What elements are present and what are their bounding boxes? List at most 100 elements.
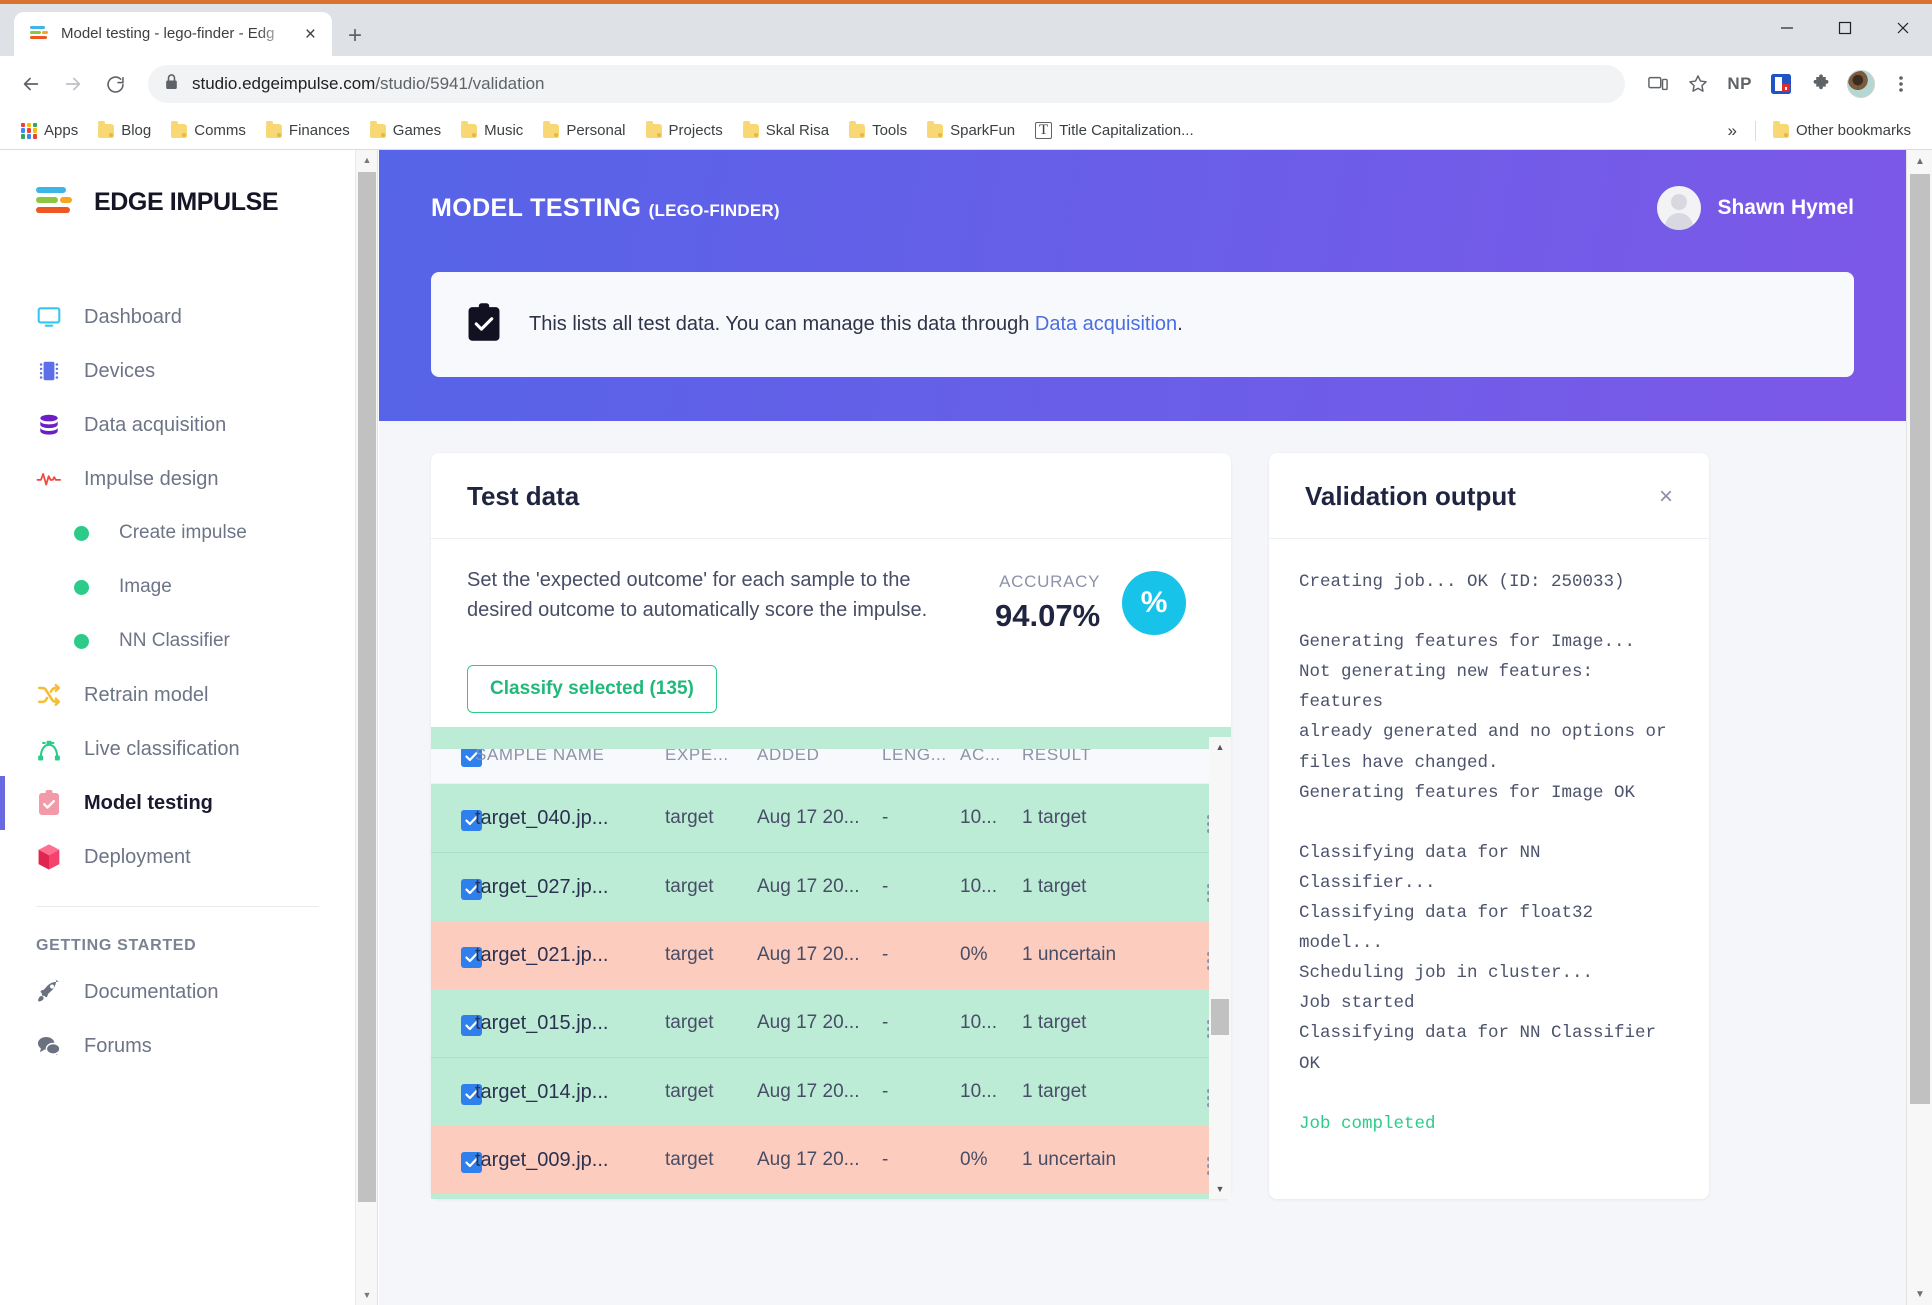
bookmark-games[interactable]: Games bbox=[361, 118, 450, 143]
scroll-down-arrow-icon[interactable]: ▼ bbox=[356, 1285, 378, 1305]
bookmark-finances[interactable]: Finances bbox=[257, 118, 359, 143]
cast-icon[interactable] bbox=[1639, 65, 1677, 103]
table-row[interactable]: target_021.jp... target Aug 17 20... - 0% 1 u… bbox=[431, 921, 1231, 989]
folder-icon bbox=[742, 121, 759, 138]
forward-arrow-icon[interactable] bbox=[54, 65, 92, 103]
cell-added-date: Aug 17 20... bbox=[757, 989, 882, 1058]
edge-impulse-favicon bbox=[30, 24, 50, 44]
test-data-summary: Set the 'expected outcome' for each samp… bbox=[431, 539, 1231, 635]
cell-result: 1 target bbox=[1022, 1194, 1187, 1199]
address-bar[interactable]: studio.edgeimpulse.com/studio/5941/valid… bbox=[148, 65, 1626, 103]
sidebar-item-nn-classifier[interactable]: NN Classifier bbox=[0, 614, 355, 668]
folder-icon bbox=[461, 121, 478, 138]
sidebar-item-data-acquisition[interactable]: Data acquisition bbox=[0, 398, 355, 452]
cell-sample-name: target_040.jp... bbox=[475, 783, 665, 853]
bookmark-sparkfun[interactable]: SparkFun bbox=[918, 118, 1024, 143]
ghost-row-name: target_041.jp... bbox=[461, 727, 588, 729]
page-scroll-down-arrow-icon[interactable]: ▼ bbox=[1907, 1283, 1932, 1305]
cell-sample-name: target_009.jp... bbox=[475, 1126, 665, 1194]
scroll-up-arrow-icon[interactable]: ▲ bbox=[356, 150, 378, 170]
sidebar-item-deployment[interactable]: Deployment bbox=[0, 830, 355, 884]
sidebar-item-retrain-model[interactable]: Retrain model bbox=[0, 668, 355, 722]
bookmark-label: Other bookmarks bbox=[1795, 122, 1911, 139]
sidebar-item-devices[interactable]: Devices bbox=[0, 344, 355, 398]
sidebar-item-live-classification[interactable]: Live classification bbox=[0, 722, 355, 776]
bookmarks-overflow-button[interactable]: » bbox=[1717, 121, 1746, 141]
user-menu[interactable]: Shawn Hymel bbox=[1657, 186, 1854, 230]
window-controls bbox=[1758, 4, 1932, 56]
accuracy-text: 10... bbox=[960, 876, 997, 897]
page-scrollbar[interactable]: ▲ ▼ bbox=[1906, 150, 1932, 1305]
page-scroll-up-arrow-icon[interactable]: ▲ bbox=[1907, 150, 1932, 172]
table-row[interactable]: target_040.jp... target Aug 17 20... - 10...… bbox=[431, 783, 1231, 853]
table-row[interactable]: target_027.jp... target Aug 17 20... - 10...… bbox=[431, 852, 1231, 921]
notice-text: This lists all test data. You can manage… bbox=[529, 313, 1183, 336]
close-icon[interactable] bbox=[1874, 4, 1932, 52]
cell-added-date: Aug 17 20... bbox=[757, 1194, 882, 1199]
browser-tab[interactable]: Model testing - lego-finder - Edg × bbox=[14, 12, 332, 56]
table-row[interactable]: target_014.jp... target Aug 17 20... - 10...… bbox=[431, 1057, 1231, 1126]
table-scroll-down-arrow-icon[interactable]: ▼ bbox=[1209, 1179, 1231, 1199]
three-dot-menu-icon[interactable] bbox=[1882, 65, 1920, 103]
star-icon[interactable] bbox=[1679, 65, 1717, 103]
brand-name: EDGE IMPULSE bbox=[94, 187, 279, 216]
close-icon[interactable]: × bbox=[301, 23, 320, 46]
test-data-table: SAMPLE NAME EXPE... ADDED LENG... AC... RESUL… bbox=[431, 727, 1231, 1199]
maximize-icon[interactable] bbox=[1816, 4, 1874, 52]
sidebar-item-forums[interactable]: Forums bbox=[0, 1019, 355, 1073]
table-scrollbar[interactable]: ▲ ▼ bbox=[1209, 737, 1231, 1199]
bookmark-other-bookmarks[interactable]: Other bookmarks bbox=[1764, 118, 1920, 143]
hero-top-row: MODEL TESTING (LEGO-FINDER) Shawn Hymel bbox=[431, 186, 1854, 230]
cell-accuracy: 0% bbox=[960, 921, 1022, 989]
new-tab-button[interactable]: + bbox=[348, 24, 362, 48]
table-row[interactable]: target_009.jp... target Aug 17 20... - 0% 1 u… bbox=[431, 1126, 1231, 1194]
table-row[interactable]: target_008.jp...targetAug 17 20...-10...… bbox=[431, 1194, 1231, 1199]
expected-outcome-text: target bbox=[665, 1081, 714, 1102]
minimize-icon[interactable] bbox=[1758, 4, 1816, 52]
table-scroll-up-arrow-icon[interactable]: ▲ bbox=[1209, 737, 1231, 757]
bookmark-personal[interactable]: Personal bbox=[534, 118, 634, 143]
cell-accuracy: 10... bbox=[960, 1057, 1022, 1126]
page-title-text: MODEL TESTING bbox=[431, 193, 642, 222]
edge-impulse-logo[interactable]: EDGE IMPULSE bbox=[0, 186, 355, 218]
table-row[interactable]: target_015.jp... target Aug 17 20... - 10...… bbox=[431, 989, 1231, 1058]
row-checkbox-cell bbox=[431, 852, 482, 921]
puzzle-piece-icon[interactable] bbox=[1802, 65, 1840, 103]
page-scrollbar-thumb[interactable] bbox=[1910, 174, 1930, 1104]
scrollbar-thumb[interactable] bbox=[358, 172, 376, 1202]
sidebar-item-image[interactable]: Image bbox=[0, 560, 355, 614]
classify-selected-button[interactable]: Classify selected (135) bbox=[467, 665, 717, 713]
bookmark-apps[interactable]: Apps bbox=[12, 118, 87, 143]
bookmark-comms[interactable]: Comms bbox=[162, 118, 255, 143]
cell-length: - bbox=[882, 852, 960, 921]
reload-icon[interactable] bbox=[96, 65, 134, 103]
bookmark-skal-risa[interactable]: Skal Risa bbox=[734, 118, 838, 143]
sidebar-item-model-testing[interactable]: Model testing bbox=[0, 776, 355, 830]
sidebar-item-dashboard[interactable]: Dashboard bbox=[0, 290, 355, 344]
accuracy-text: 0% bbox=[960, 1149, 988, 1170]
sidebar-item-impulse-design[interactable]: Impulse design bbox=[0, 452, 355, 506]
cell-accuracy: 10... bbox=[960, 852, 1022, 921]
bookmark-tools[interactable]: Tools bbox=[840, 118, 916, 143]
rocket-icon bbox=[36, 979, 62, 1005]
lastpass-icon[interactable] bbox=[1762, 65, 1800, 103]
bookmark-music[interactable]: Music bbox=[452, 118, 532, 143]
data-acquisition-link[interactable]: Data acquisition bbox=[1035, 313, 1177, 335]
table-scrollbar-thumb[interactable] bbox=[1211, 999, 1229, 1035]
np-profile-badge[interactable]: NP bbox=[1719, 74, 1760, 94]
cell-accuracy: 0% bbox=[960, 1126, 1022, 1194]
sidebar-item-documentation[interactable]: Documentation bbox=[0, 965, 355, 1019]
sidebar-item-label: Dashboard bbox=[84, 305, 182, 328]
profile-avatar[interactable] bbox=[1842, 65, 1880, 103]
bookmark-projects[interactable]: Projects bbox=[637, 118, 732, 143]
folder-icon bbox=[645, 121, 662, 138]
test-data-card: Test data Set the 'expected outcome' for… bbox=[431, 453, 1231, 1199]
bookmark-title-capitalization[interactable]: T Title Capitalization... bbox=[1026, 118, 1203, 143]
sidebar-item-create-impulse[interactable]: Create impulse bbox=[0, 506, 355, 560]
sidebar-scrollbar[interactable]: ▲ ▼ bbox=[356, 150, 378, 1305]
bookmark-blog[interactable]: Blog bbox=[89, 118, 160, 143]
test-data-description: Set the 'expected outcome' for each samp… bbox=[467, 569, 928, 621]
close-icon[interactable]: × bbox=[1659, 484, 1673, 509]
sample-name-text: target_009.jp... bbox=[475, 1148, 609, 1171]
back-arrow-icon[interactable] bbox=[12, 65, 50, 103]
